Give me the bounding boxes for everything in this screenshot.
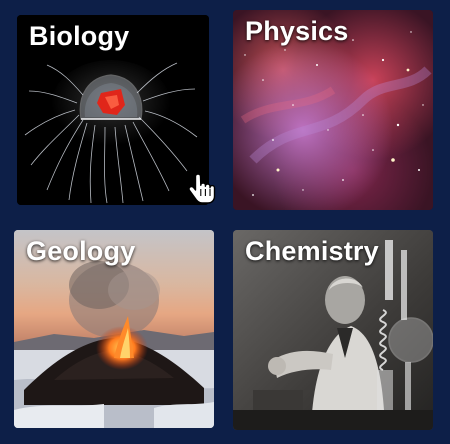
tile-label-physics: Physics (245, 16, 349, 46)
tile-label-chemistry: Chemistry (245, 236, 379, 266)
tile-chemistry[interactable]: Chemistry (233, 230, 433, 430)
tile-physics[interactable]: Physics (233, 10, 433, 210)
tile-label-biology: Biology (29, 21, 130, 51)
hand-pointer-icon (188, 173, 216, 204)
tile-label-geology: Geology (26, 236, 136, 266)
tile-biology[interactable]: Biology (17, 15, 209, 205)
tile-geology[interactable]: Geology (14, 230, 214, 428)
